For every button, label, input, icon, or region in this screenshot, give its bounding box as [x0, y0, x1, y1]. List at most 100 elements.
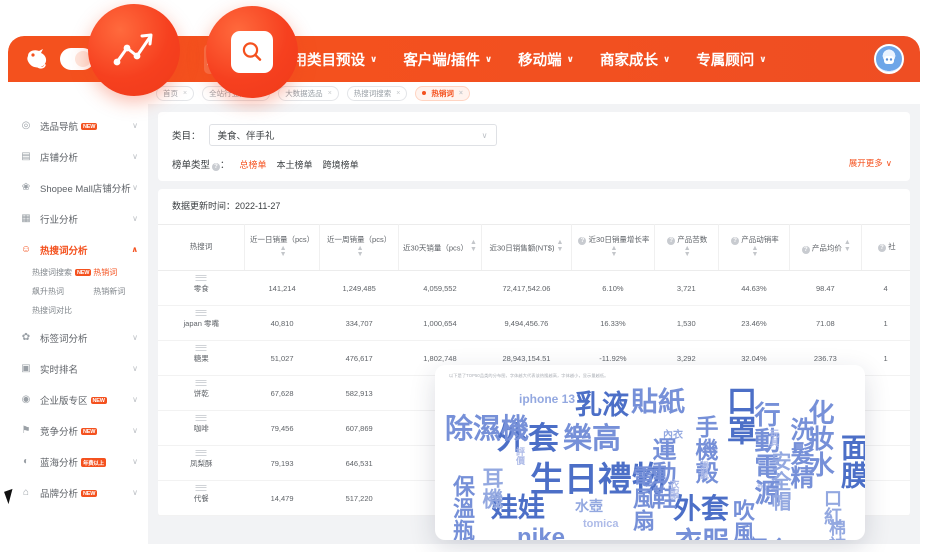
wordcloud-word[interactable]: 吹風機 [730, 499, 755, 540]
wordcloud-word[interactable]: 乳液 [575, 392, 629, 419]
list-type-option-local[interactable]: 本土榜单 [277, 158, 313, 171]
help-icon[interactable]: ? [877, 244, 886, 253]
help-icon[interactable]: ? [578, 237, 587, 246]
trend-chart-badge[interactable] [88, 4, 180, 96]
close-icon[interactable]: × [459, 90, 463, 97]
column-header-sales-1w[interactable]: 近一周销量（pcs） ▲ ▼ [319, 224, 400, 271]
cell-keyword[interactable]: 凤梨酥 [158, 445, 245, 481]
tab-chip-home[interactable]: 首页 × [156, 85, 195, 101]
search-badge[interactable] [206, 6, 298, 98]
wordcloud-word[interactable]: 棉被 [826, 519, 845, 540]
nav-item-merchant-growth[interactable]: 商家成长 ∨ [600, 49, 670, 70]
sidebar-item-blue-ocean-analysis[interactable]: ◐ 蓝海分析 年费以上 ∨ [8, 446, 148, 477]
cell-keyword[interactable]: japan 零嘴 [158, 305, 245, 341]
tab-chip-bigdata-selection[interactable]: 大数据选品 × [278, 85, 339, 101]
wordcloud-word[interactable]: 水壺 [575, 499, 603, 513]
expand-more-link[interactable]: 展开更多 ∨ [849, 157, 892, 169]
column-header-product-count[interactable]: ? 产品苦数 ▲ ▼ [654, 224, 719, 271]
tab-chip-hot-keyword-search[interactable]: 热搜词搜索 × [346, 85, 408, 101]
cell-keyword[interactable]: 咖啡 [158, 410, 245, 446]
help-icon[interactable]: ? [667, 237, 676, 246]
close-icon[interactable]: × [396, 90, 400, 97]
wordcloud-word[interactable]: tomica [583, 519, 618, 530]
close-icon[interactable]: × [328, 90, 332, 97]
tab-chip-hot-selling-keyword[interactable]: 热销词 × [415, 85, 470, 101]
wordcloud-word[interactable]: 除濕機 [445, 415, 529, 443]
cell-keyword[interactable]: 糖果 [158, 340, 245, 376]
sidebar-item-enterprise-zone[interactable]: ◉ 企业版专区 NEW ∨ [8, 384, 148, 415]
nav-item-mobile[interactable]: 移动端 ∨ [518, 49, 574, 70]
column-header-sell-through[interactable]: ? 产品动销率 ▲ ▼ [718, 224, 791, 271]
wordcloud-word[interactable]: 耳機 [480, 467, 503, 509]
shrimp-logo-icon[interactable] [20, 44, 54, 74]
wordcloud-word[interactable]: 口罩 [722, 385, 755, 445]
table-row[interactable]: 零食 141,214 1,249,485 4,059,552 72,417,54… [158, 270, 910, 306]
category-select[interactable]: 美食、伴手礼 ∨ [208, 124, 497, 146]
column-header-keyword[interactable]: 热搜词 [158, 224, 245, 271]
sort-icon[interactable]: ▲ ▼ [280, 245, 287, 259]
drag-handle-icon[interactable] [195, 273, 207, 281]
sort-icon[interactable]: ▲ ▼ [844, 239, 851, 253]
wordcloud-word[interactable]: iphone 13 [519, 393, 575, 405]
sidebar-item-mall-analysis[interactable]: ❀ Shopee Mall店铺分析 ∨ [8, 172, 148, 203]
drag-handle-icon[interactable] [195, 483, 207, 491]
wordcloud-word[interactable]: 面膜 [838, 433, 865, 489]
wordcloud-word[interactable]: nike [517, 526, 565, 541]
sidebar-item-hot-keyword-analysis[interactable]: ☺ 热搜词分析 ∧ [8, 234, 148, 265]
help-icon[interactable]: ? [731, 237, 740, 246]
column-header-growth-30d[interactable]: ? 近30日销量增长率 ▲ ▼ [571, 224, 655, 271]
sidebar-item-brand-analysis[interactable]: ⌂ 品牌分析 NEW ∨ [8, 477, 148, 508]
avatar[interactable] [874, 44, 904, 74]
sidebar-item-tag-keyword-analysis[interactable]: ✿ 标签词分析 ∨ [8, 322, 148, 353]
wordcloud-word[interactable]: 衣服 [675, 529, 729, 541]
wordcloud-word[interactable]: 保溫瓶 [450, 475, 475, 540]
nav-item-client-plugin[interactable]: 客户端/插件 ∨ [403, 49, 492, 70]
list-type-option-crossborder[interactable]: 跨境榜单 [323, 158, 359, 171]
sort-icon[interactable]: ▲ ▼ [751, 245, 758, 259]
cell-keyword[interactable]: 代餐 [158, 480, 245, 516]
wordcloud-word[interactable]: 安全帽 [768, 451, 790, 511]
column-header-avg-price[interactable]: ? 产品均价 ▲ ▼ [789, 224, 862, 271]
column-header-revenue-30d[interactable]: 近30日销售额(NT$) ▲ ▼ [481, 224, 573, 271]
wordcloud-word[interactable]: 樂高 [563, 425, 621, 454]
list-type-option-total[interactable]: 总榜单 [240, 158, 267, 171]
sidebar-item-competition-analysis[interactable]: ⚑ 竞争分析 NEW ∨ [8, 415, 148, 446]
drag-handle-icon[interactable] [195, 378, 207, 386]
help-icon[interactable]: ? [212, 163, 221, 171]
drag-handle-icon[interactable] [195, 308, 207, 316]
sort-icon[interactable]: ▲ ▼ [470, 239, 477, 253]
wordcloud-word[interactable]: 洗髮精 [786, 417, 813, 489]
sort-icon[interactable]: ▲ ▼ [684, 245, 691, 259]
sidebar-subitem-hot-keyword-search[interactable]: 热搜词搜索 NEW [32, 267, 92, 278]
drag-handle-icon[interactable] [195, 343, 207, 351]
sort-icon[interactable]: ▲ ▼ [610, 245, 617, 259]
column-header-extra[interactable]: ? 社 [861, 224, 910, 271]
wordcloud-word[interactable]: 電風扇 [630, 465, 655, 531]
sidebar-item-industry-analysis[interactable]: ▦ 行业分析 ∨ [8, 203, 148, 234]
sidebar-item-realtime-ranking[interactable]: ▣ 实时排名 ∨ [8, 353, 148, 384]
sidebar-subitem-new-hot-keyword[interactable]: 热销新词 [93, 286, 140, 297]
wordcloud-word[interactable]: 貼紙 [631, 389, 685, 416]
sort-icon[interactable]: ▲ ▼ [556, 239, 563, 253]
drag-handle-icon[interactable] [195, 448, 207, 456]
help-icon[interactable]: ? [801, 246, 810, 255]
column-header-sales-1d[interactable]: 近一日销量（pcs） ▲ ▼ [244, 224, 321, 271]
sidebar-subitem-rising-keyword[interactable]: 飙升热词 [32, 286, 91, 297]
table-row[interactable]: japan 零嘴 40,810 334,707 1,000,654 9,494,… [158, 305, 910, 341]
close-icon[interactable]: × [183, 90, 187, 97]
sort-icon[interactable]: ▲ ▼ [357, 245, 364, 259]
wordcloud-word[interactable]: 評價 [515, 447, 525, 465]
drag-handle-icon[interactable] [195, 413, 207, 421]
wordcloud-word[interactable]: 零食 [749, 539, 789, 540]
cell-keyword[interactable]: 零食 [158, 270, 245, 306]
sidebar-item-product-navigation[interactable]: ◎ 选品导航 NEW ∨ [8, 110, 148, 141]
nav-item-advisor[interactable]: 专属顾问 ∨ [696, 49, 766, 70]
wordcloud-word[interactable]: 衣服 [667, 479, 678, 499]
cell-keyword[interactable]: 饼乾 [158, 375, 245, 411]
sidebar-item-shop-analysis[interactable]: ▤ 店铺分析 ∨ [8, 141, 148, 172]
sidebar-subitem-keyword-compare[interactable]: 热搜词对比 [32, 305, 91, 316]
sidebar-subitem-hot-selling-keyword[interactable]: 热销词 [93, 267, 140, 278]
wordcloud-word[interactable]: 滑鼠 [699, 461, 709, 479]
wordcloud-word[interactable]: 玩具 [769, 429, 779, 447]
column-header-sales-30d[interactable]: 近30天销量（pcs） ▲ ▼ [398, 224, 482, 271]
